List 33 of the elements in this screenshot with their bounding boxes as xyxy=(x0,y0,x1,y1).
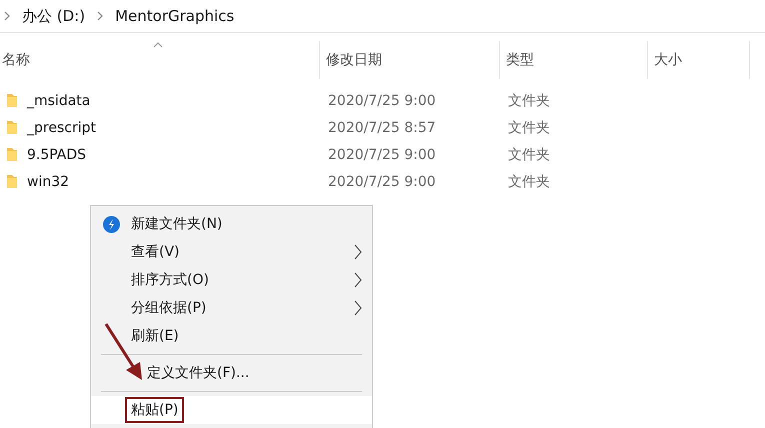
file-name[interactable]: win32 xyxy=(27,174,70,190)
date-cell: 2020/7/25 9:00 xyxy=(328,146,436,162)
date-cell: 2020/7/25 9:00 xyxy=(328,92,436,108)
menu-item[interactable]: 粘贴(P) xyxy=(91,396,372,424)
column-header[interactable]: 修改日期 xyxy=(320,41,500,79)
column-header[interactable]: 名称 xyxy=(0,41,320,79)
date-cell: 2020/7/25 8:57 xyxy=(328,120,436,136)
breadcrumb-item[interactable]: 办公 (D:) xyxy=(22,6,86,26)
type-cell: 文件夹 xyxy=(508,146,550,164)
type-cell: 文件夹 xyxy=(508,92,550,110)
column-header[interactable]: 大小 xyxy=(648,41,750,79)
sort-up-icon xyxy=(153,42,164,48)
chevron-icon xyxy=(97,11,104,21)
type-cell: 文件夹 xyxy=(508,172,550,190)
folder-icon xyxy=(6,147,18,162)
menu-item[interactable]: 刷新(E) xyxy=(91,322,372,350)
lightning-icon xyxy=(102,216,120,232)
breadcrumb-item[interactable]: MentorGraphics xyxy=(115,7,234,25)
type-cell: 文件夹 xyxy=(508,118,550,136)
column-header[interactable]: 类型 xyxy=(500,41,648,79)
date-cell: 2020/7/25 9:00 xyxy=(328,174,436,190)
menu-item[interactable]: 查看(V) xyxy=(91,238,372,266)
folder-icon xyxy=(6,174,18,189)
file-name[interactable]: 9.5PADS xyxy=(27,146,86,162)
menu-item[interactable]: 新建文件夹(N) xyxy=(91,210,372,238)
menu-item[interactable]: 分组依据(P) xyxy=(91,294,372,322)
file-name[interactable]: _msidata xyxy=(27,92,90,108)
folder-icon xyxy=(6,120,18,135)
folder-icon xyxy=(6,93,18,108)
file-name[interactable]: _prescript xyxy=(27,120,96,136)
chevron-icon xyxy=(4,11,10,21)
menu-item[interactable]: 定义文件夹(F)... xyxy=(91,359,372,387)
menu-item[interactable]: 排序方式(O) xyxy=(91,266,372,294)
